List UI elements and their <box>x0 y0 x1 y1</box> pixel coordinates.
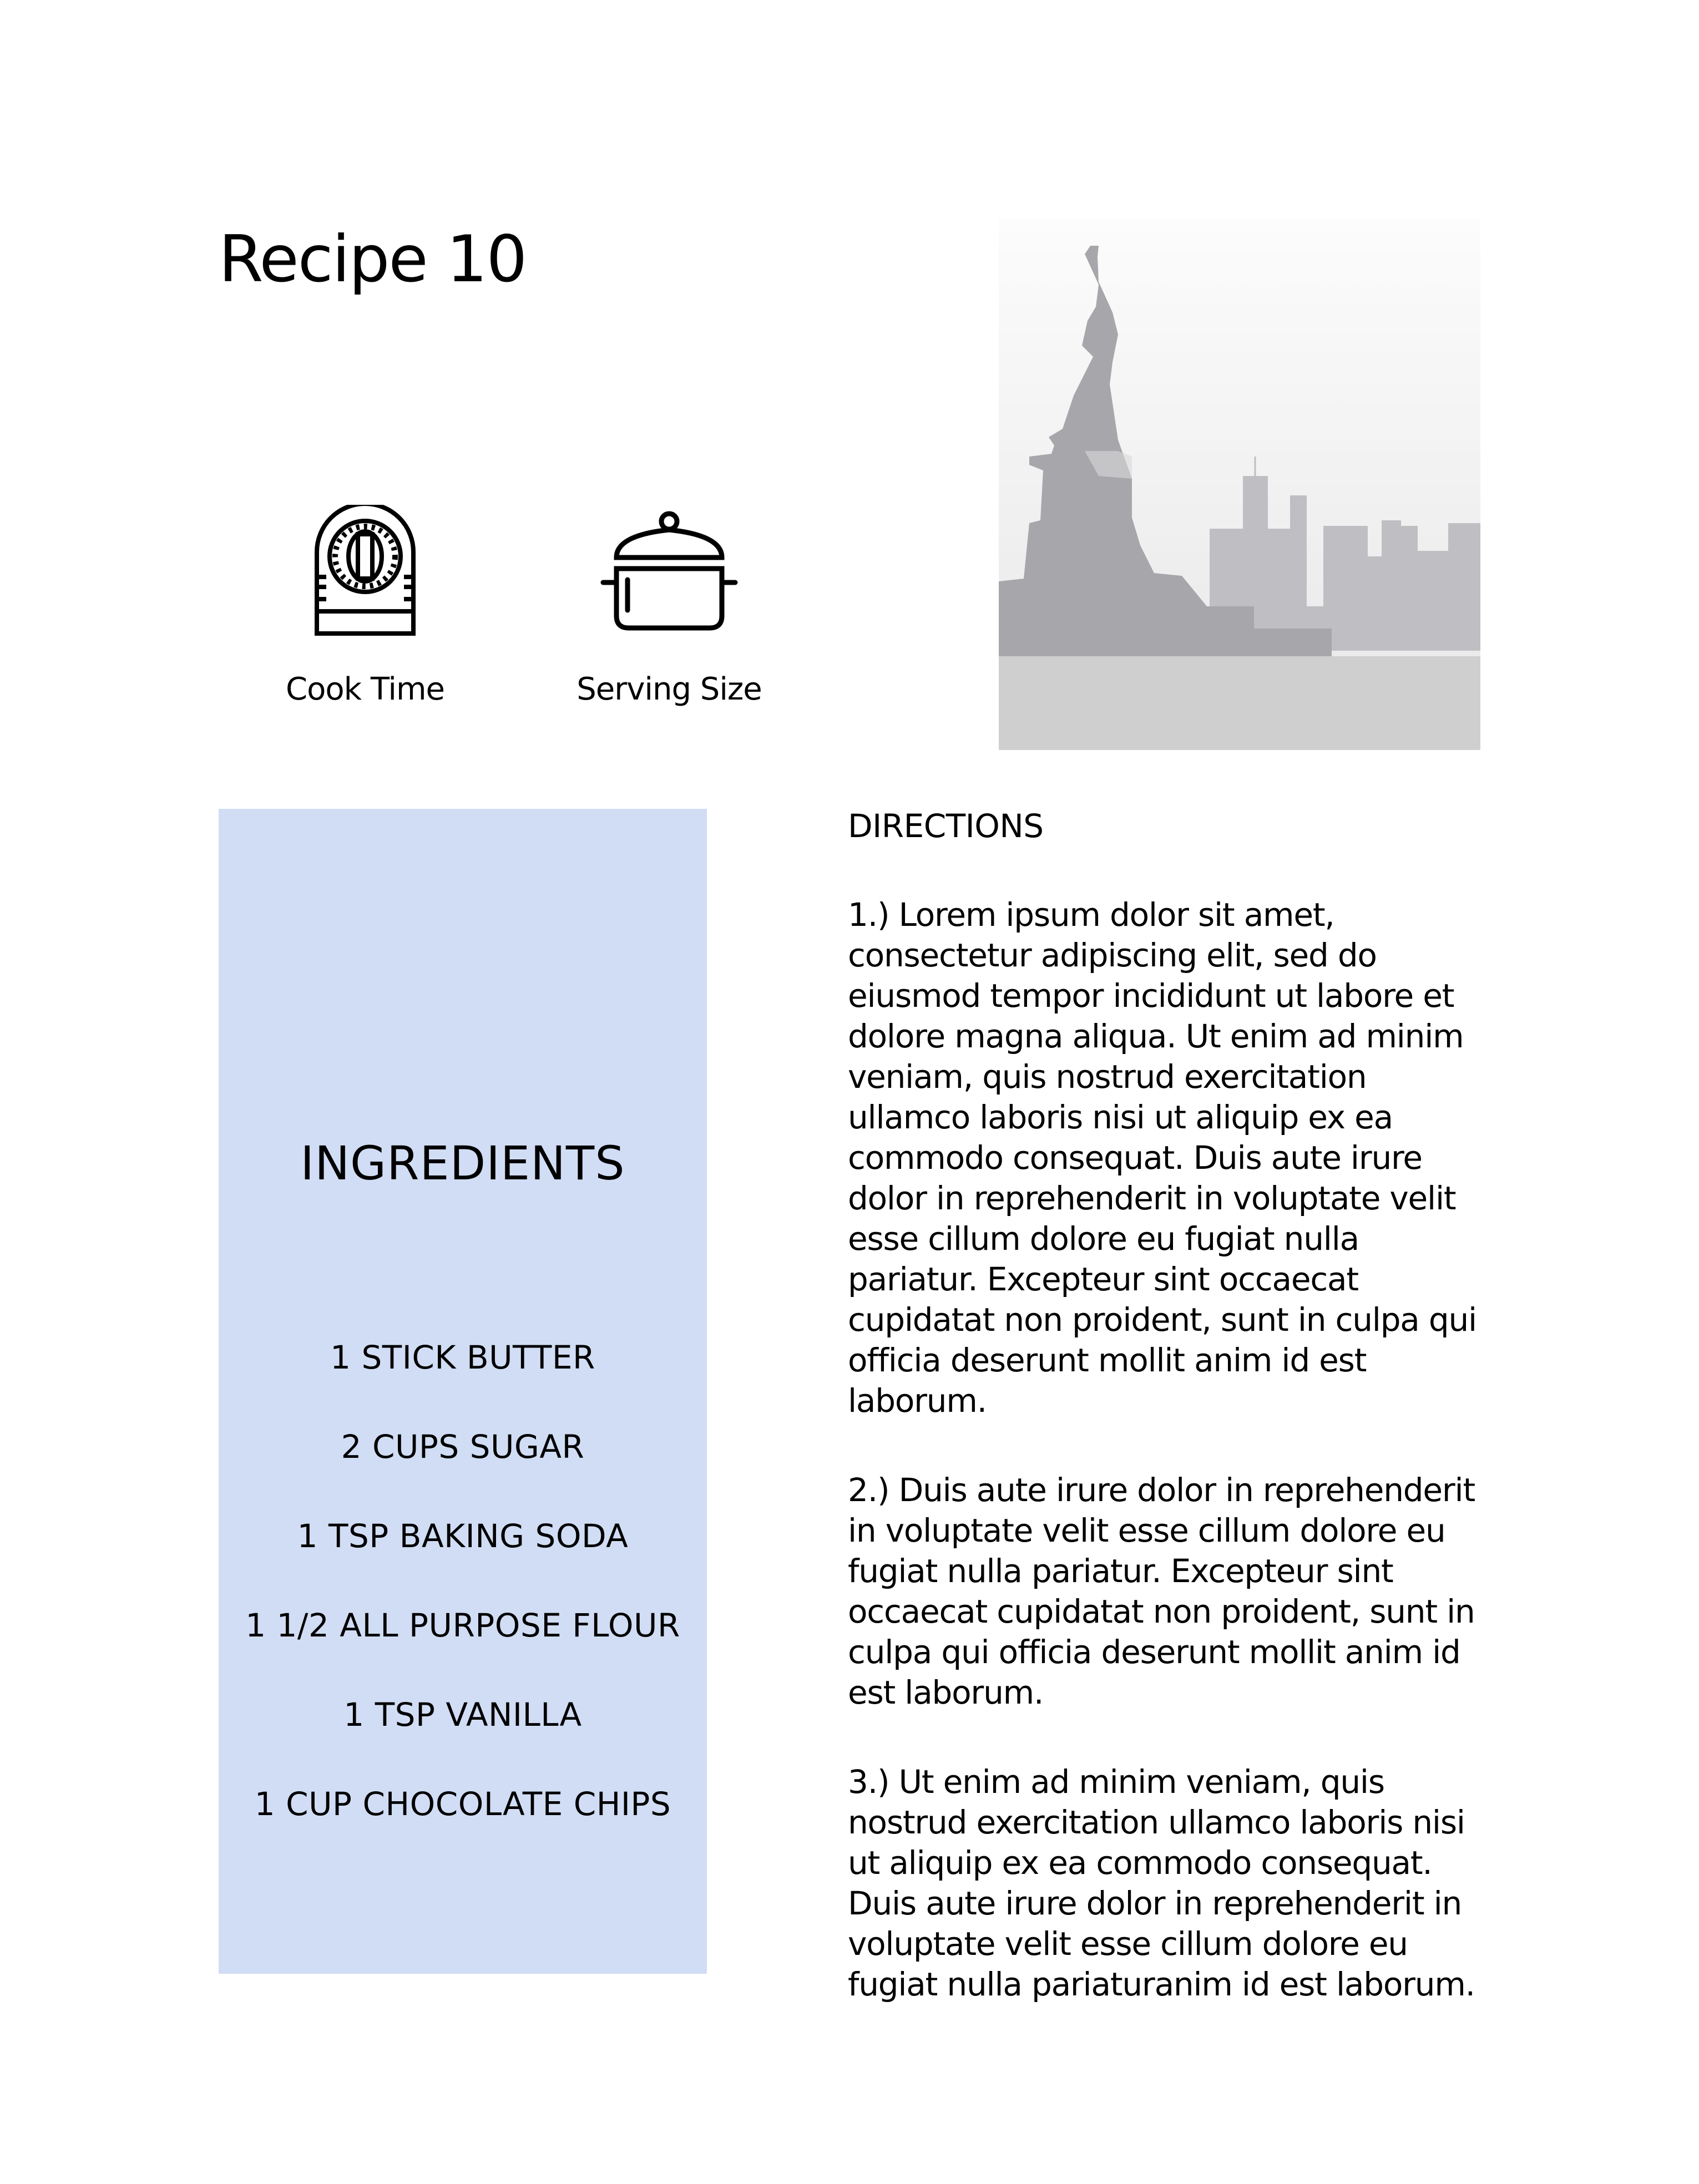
ingredients-panel: INGREDIENTS 1 STICK BUTTER 2 CUPS SUGAR … <box>219 809 707 1974</box>
cooking-pot-icon <box>600 511 738 631</box>
ingredients-list: 1 STICK BUTTER 2 CUPS SUGAR 1 TSP BAKING… <box>219 1339 707 1874</box>
serving-size-block: Serving Size <box>564 505 775 707</box>
cook-time-block: Cook Time <box>260 505 471 707</box>
ingredient-item: 1 1/2 ALL PURPOSE FLOUR <box>245 1607 680 1644</box>
water <box>999 656 1480 750</box>
cook-time-label: Cook Time <box>286 671 445 707</box>
directions-heading: DIRECTIONS <box>848 807 1044 845</box>
page-title: Recipe 10 <box>219 222 527 297</box>
ingredient-item: 1 TSP VANILLA <box>343 1696 582 1734</box>
ingredient-item: 1 TSP BAKING SODA <box>297 1517 629 1555</box>
directions-section: DIRECTIONS 1.) Lorem ipsum dolor sit ame… <box>848 807 1491 2054</box>
direction-step: 3.) Ut enim ad minim veniam, quis nostru… <box>848 1763 1475 2003</box>
direction-step: 2.) Duis aute irure dolor in reprehender… <box>848 1471 1475 1711</box>
serving-size-label: Serving Size <box>577 671 762 707</box>
ingredient-item: 1 CUP CHOCOLATE CHIPS <box>254 1785 671 1823</box>
kitchen-timer-icon <box>315 505 416 636</box>
ingredient-item: 2 CUPS SUGAR <box>341 1428 585 1466</box>
ingredients-heading: INGREDIENTS <box>300 1136 625 1190</box>
ingredient-item: 1 STICK BUTTER <box>330 1339 595 1376</box>
direction-step: 1.) Lorem ipsum dolor sit amet, consecte… <box>848 896 1477 1420</box>
statue-of-liberty-skyline-image <box>999 218 1480 750</box>
